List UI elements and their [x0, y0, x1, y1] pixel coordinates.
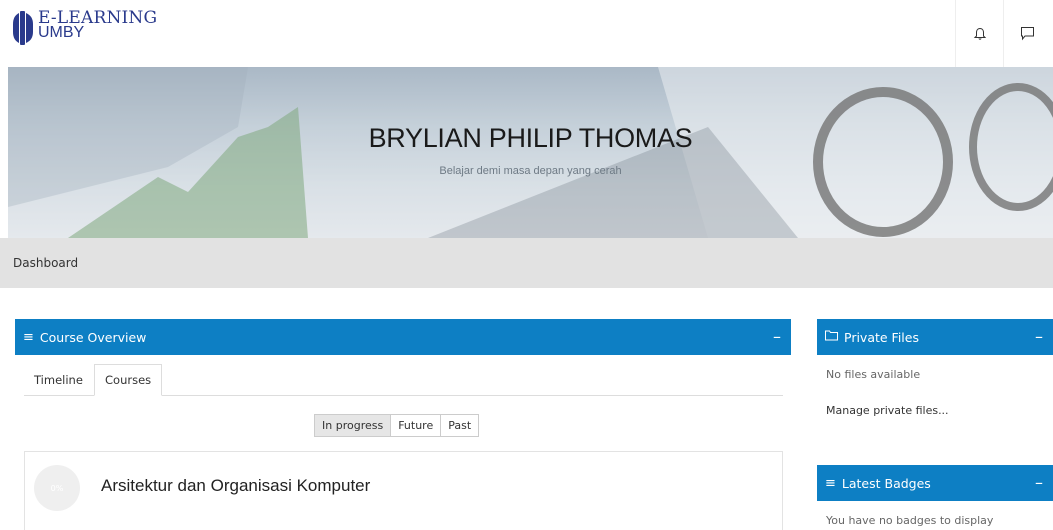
private-files-empty-text: No files available [826, 368, 921, 381]
course-name-link[interactable]: Arsitektur dan Organisasi Komputer [101, 476, 370, 496]
course-overview-tabs: Timeline Courses [24, 364, 783, 396]
menu-icon: ≡ [23, 329, 34, 345]
message-icon [1021, 27, 1034, 41]
menu-icon: ≡ [825, 475, 836, 491]
page-header-banner: BRYLIAN PHILIP THOMAS Belajar demi masa … [8, 67, 1053, 238]
latest-badges-empty-text: You have no badges to display [826, 514, 994, 527]
page-title: BRYLIAN PHILIP THOMAS [368, 123, 693, 153]
course-overview-header: ≡ Course Overview – [15, 319, 791, 355]
course-card[interactable]: 0% Arsitektur dan Organisasi Komputer [24, 451, 783, 530]
messages-button[interactable] [1003, 0, 1051, 67]
bell-icon [973, 27, 986, 40]
filter-in-progress[interactable]: In progress [315, 415, 392, 436]
manage-private-files-link[interactable]: Manage private files... [826, 404, 949, 417]
logo-icon [12, 10, 34, 46]
course-filter-group: In progress Future Past [314, 414, 480, 437]
course-overview-title: Course Overview [39, 329, 147, 345]
filter-future[interactable]: Future [391, 415, 442, 436]
top-navbar: E-LEARNING UMBY [0, 0, 1053, 67]
tab-timeline[interactable]: Timeline [24, 364, 93, 396]
breadcrumb-dashboard[interactable]: Dashboard [13, 256, 78, 270]
folder-icon [825, 330, 838, 345]
filter-past[interactable]: Past [441, 415, 479, 436]
breadcrumb: Dashboard [0, 238, 1053, 288]
private-files-header: Private Files – [817, 319, 1053, 355]
latest-badges-header: ≡ Latest Badges – [817, 465, 1053, 501]
progress-ring: 0% [34, 465, 80, 511]
collapse-latest-badges-button[interactable]: – [1035, 473, 1043, 492]
brand-line2: UMBY [38, 24, 85, 41]
tab-courses[interactable]: Courses [94, 364, 163, 396]
page-subtitle: Belajar demi masa depan yang cerah [439, 165, 622, 177]
private-files-title: Private Files [844, 329, 919, 345]
latest-badges-title: Latest Badges [841, 475, 931, 491]
notifications-button[interactable] [955, 0, 1003, 67]
site-logo[interactable]: E-LEARNING UMBY [12, 10, 157, 50]
collapse-private-files-button[interactable]: – [1035, 327, 1043, 346]
progress-label: 0% [50, 483, 64, 493]
collapse-course-overview-button[interactable]: – [773, 327, 781, 346]
